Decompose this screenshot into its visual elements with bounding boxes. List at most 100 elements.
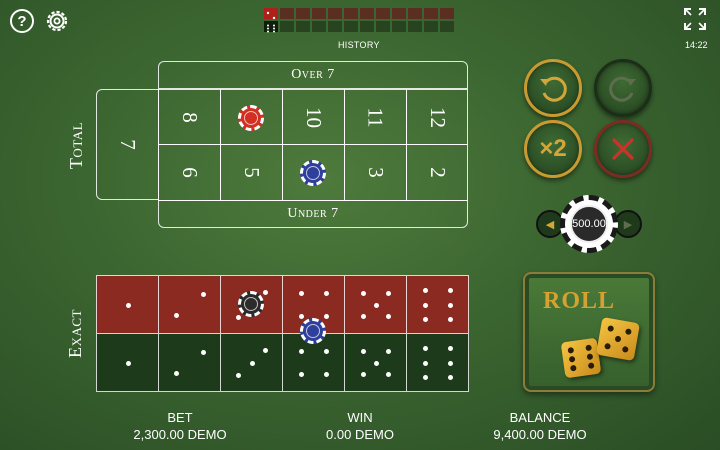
die-pip [385,372,391,378]
total-12-cell[interactable]: 12 [406,89,468,145]
total-10-cell[interactable]: 10 [282,89,345,145]
total-3-cell[interactable]: 3 [344,144,407,201]
die-pip [201,292,207,298]
bet-value: 2,300.00 DEMO [133,427,227,442]
die-pip [373,302,379,308]
bet-chip-red [238,105,264,131]
exact-dark-5-cell[interactable] [344,333,407,392]
die-pip [249,360,255,366]
die-pip [235,315,241,321]
double-bet-button[interactable]: ×2 [524,120,582,178]
die-pip [447,317,453,322]
die-pip [323,290,329,296]
total-11-cell[interactable]: 11 [344,89,407,145]
gear-icon [46,10,68,32]
die-pip [323,314,329,320]
die-pip [263,347,269,353]
dice-icon [560,337,602,379]
bet-chip-black [238,291,264,317]
bet-chip-blue [300,160,326,186]
chevron-left-icon: ◀ [545,218,555,231]
under-7-bet[interactable]: Under 7 [158,200,468,228]
clock: 14:22 [685,40,708,50]
die-pip [385,348,391,354]
win-label: WIN [347,410,373,425]
die-pip [299,372,305,378]
die-pip [447,360,453,366]
exact-red-2-cell[interactable] [158,275,221,334]
die-pip [235,373,241,379]
chip-value: 500.00 [572,218,606,230]
die-pip [373,360,379,366]
total-7-number: 7 [116,139,140,150]
die-pip [423,302,429,308]
die-pip [125,360,131,366]
bet-chip-blue-exact [300,318,326,344]
help-button[interactable]: ? [10,9,34,33]
undo-button[interactable] [524,59,582,117]
exact-dark-6-cell[interactable] [406,333,469,392]
die-pip [125,302,131,308]
fullscreen-button[interactable] [684,8,706,30]
over-7-label: Over 7 [291,67,335,82]
die-pip [323,348,329,354]
exact-label-wrap: Exact [60,309,90,358]
die-pip [423,346,429,351]
exact-dark-3-cell[interactable] [220,333,283,392]
die-pip [385,314,391,320]
die-pip [423,317,429,322]
history-label: HISTORY [338,40,380,50]
balance-value: 9,400.00 DEMO [493,427,587,442]
chip-next-button[interactable]: ▶ [614,210,642,238]
over-7-bet[interactable]: Over 7 [158,61,468,89]
die-pip [361,348,367,354]
win-value: 0.00 DEMO [326,427,394,442]
chevron-right-icon: ▶ [623,218,633,231]
die-pip [423,288,429,293]
die-pip [447,288,453,293]
history-strip [264,8,454,33]
total-label: Total [66,121,87,169]
balance-stat: BALANCE 9,400.00 DEMO [470,409,610,443]
die-pip [423,375,429,380]
exact-red-6-cell[interactable] [406,275,469,334]
close-icon [612,138,634,160]
die-pip [447,375,453,380]
die-pip [385,290,391,296]
total-label-wrap: Total [62,121,92,168]
exact-dark-1-cell[interactable] [96,333,159,392]
double-bet-label: ×2 [539,135,567,162]
exact-red-1-cell[interactable] [96,275,159,334]
redo-icon [609,76,636,102]
clear-bets-button[interactable] [594,120,652,178]
die-pip [173,312,179,318]
die-pip [447,346,453,351]
die-pip [299,314,305,320]
total-2-cell[interactable]: 2 [406,144,468,201]
exact-red-5-cell[interactable] [344,275,407,334]
win-stat: WIN 0.00 DEMO [290,409,430,443]
history-green-die [264,21,278,33]
total-7-cell[interactable]: 7 [96,89,159,200]
undo-icon [540,76,567,102]
dice-icon-2 [595,316,641,362]
total-8-cell[interactable]: 8 [158,89,221,145]
die-pip [361,372,367,378]
balance-label: BALANCE [509,410,571,425]
roll-label: ROLL [543,288,616,314]
chip-selector[interactable]: 500.00 [560,195,618,253]
under-7-label: Under 7 [287,206,339,221]
total-5-cell[interactable]: 5 [220,144,283,201]
history-red-die [264,8,278,20]
settings-button[interactable] [45,9,69,33]
die-pip [361,314,367,320]
help-icon: ? [17,12,27,30]
die-pip [201,350,207,356]
roll-button[interactable]: ROLL [523,272,655,392]
die-pip [299,290,305,296]
redo-button[interactable] [594,59,652,117]
exact-dark-2-cell[interactable] [158,333,221,392]
total-6-cell[interactable]: 6 [158,144,221,201]
die-pip [299,348,305,354]
die-pip [361,290,367,296]
